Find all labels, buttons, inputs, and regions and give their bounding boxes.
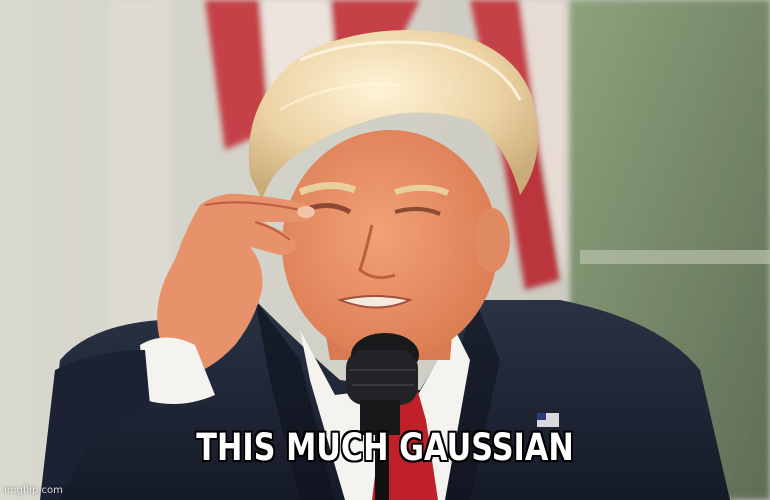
meme-image: THIS MUCH GAUSSIAN imgflip.com: [0, 0, 770, 500]
face: [282, 130, 498, 360]
imgflip-watermark: imgflip.com: [4, 485, 63, 496]
meme-caption: THIS MUCH GAUSSIAN: [196, 426, 574, 469]
